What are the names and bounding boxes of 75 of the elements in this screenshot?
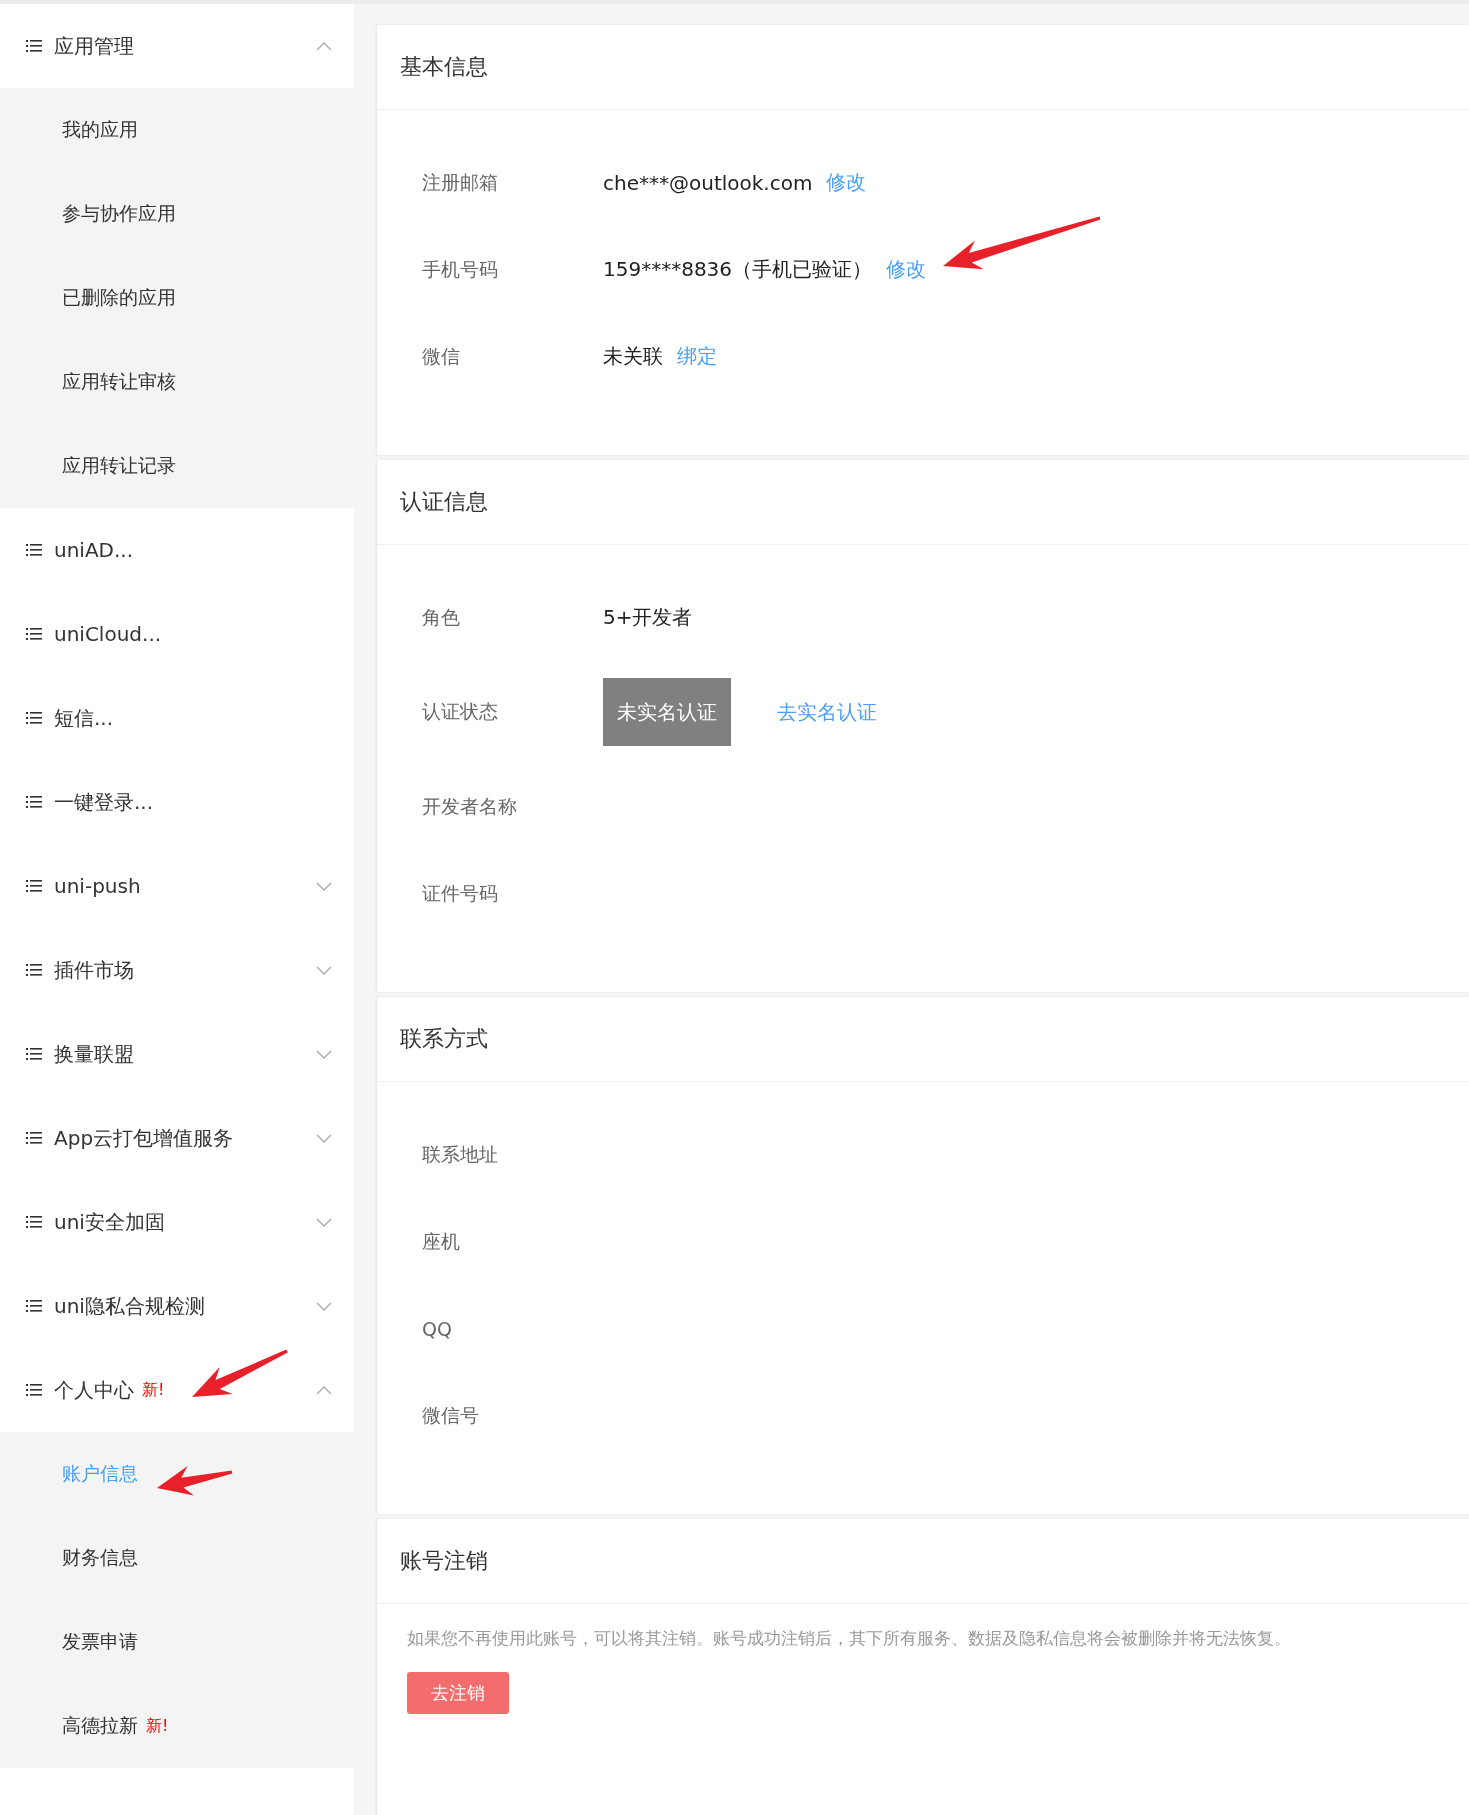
submenu-item[interactable]: 发票申请 <box>0 1600 354 1684</box>
list-icon <box>26 1383 42 1397</box>
field-value: 未关联 <box>603 343 663 370</box>
new-label: 新! <box>142 1379 165 1401</box>
field-label: 座机 <box>422 1228 461 1254</box>
menu-group[interactable]: uni-push <box>0 844 354 928</box>
status-badge: 未实名认证 <box>603 678 731 746</box>
chevron-down-icon <box>316 965 332 975</box>
field-value: 159****8836（手机已验证） <box>603 256 873 283</box>
menu-label: 一键登录... <box>54 788 154 816</box>
card-title: 认证信息 <box>400 488 488 516</box>
chevron-up-icon <box>316 41 332 51</box>
list-icon <box>26 39 42 53</box>
menu-group[interactable]: uniCloud... <box>0 592 354 676</box>
submenu-item[interactable]: 已删除的应用 <box>0 256 354 340</box>
menu-label: uni-push <box>54 874 141 898</box>
menu-label: uni安全加固 <box>54 1208 165 1236</box>
chevron-up-icon <box>316 1385 332 1395</box>
chevron-down-icon <box>316 1133 332 1143</box>
submenu-item[interactable]: 应用转让审核 <box>0 340 354 424</box>
menu-label: 换量联盟 <box>54 1040 134 1068</box>
menu-group[interactable]: 插件市场 <box>0 928 354 1012</box>
field-label: 联系地址 <box>422 1141 499 1167</box>
menu-label: 应用管理 <box>54 32 134 60</box>
field-value: che***@outlook.com <box>603 170 813 195</box>
menu-group[interactable]: 个人中心 新! <box>0 1348 354 1432</box>
menu-group[interactable]: 换量联盟 <box>0 1012 354 1096</box>
notice-text: 如果您不再使用此账号，可以将其注销。账号成功注销后，其下所有服务、数据及隐私信息将会被删除并将无法恢复。 <box>407 1628 1292 1650</box>
submenu-item[interactable]: 高德拉新 新! <box>0 1684 354 1768</box>
field-label: 注册邮箱 <box>422 169 499 195</box>
list-icon <box>26 711 42 725</box>
card-title: 联系方式 <box>400 1025 488 1053</box>
menu-group[interactable]: 应用管理 <box>0 4 354 88</box>
menu-group[interactable]: uni隐私合规检测 <box>0 1264 354 1348</box>
list-icon <box>26 543 42 557</box>
list-icon <box>26 1299 42 1313</box>
menu-group[interactable]: 短信... <box>0 676 354 760</box>
menu-group[interactable]: uni安全加固 <box>0 1180 354 1264</box>
chevron-down-icon <box>316 1049 332 1059</box>
card-title: 基本信息 <box>400 53 488 81</box>
field-label: 微信 <box>422 343 461 369</box>
menu-group[interactable]: App云打包增值服务 <box>0 1096 354 1180</box>
menu-group[interactable]: uniAD... <box>0 508 354 592</box>
field-label: 角色 <box>422 604 461 630</box>
menu-group[interactable]: 一键登录... <box>0 760 354 844</box>
submenu-item[interactable]: 财务信息 <box>0 1516 354 1600</box>
card-title: 账号注销 <box>400 1547 488 1575</box>
submenu-item[interactable]: 参与协作应用 <box>0 172 354 256</box>
field-value: 5+开发者 <box>603 604 693 631</box>
menu-label: uniCloud... <box>54 622 162 646</box>
menu-label: uni隐私合规检测 <box>54 1292 205 1320</box>
submenu-item[interactable]: 应用转让记录 <box>0 424 354 508</box>
field-label: 证件号码 <box>422 880 499 906</box>
list-icon <box>26 1131 42 1145</box>
list-icon <box>26 1215 42 1229</box>
field-label: QQ <box>422 1317 453 1340</box>
submenu-item[interactable]: 我的应用 <box>0 88 354 172</box>
list-icon <box>26 963 42 977</box>
menu-label: 插件市场 <box>54 956 134 984</box>
list-icon <box>26 795 42 809</box>
field-label: 手机号码 <box>422 256 499 282</box>
menu-label: App云打包增值服务 <box>54 1124 234 1152</box>
list-icon <box>26 879 42 893</box>
menu-label: 个人中心 <box>54 1376 134 1404</box>
menu-label: 短信... <box>54 704 114 732</box>
new-label: 新! <box>146 1715 169 1737</box>
chevron-down-icon <box>316 881 332 891</box>
list-icon <box>26 1047 42 1061</box>
field-label: 认证状态 <box>422 699 499 724</box>
field-label: 微信号 <box>422 1402 480 1428</box>
menu-label: uniAD... <box>54 538 134 562</box>
chevron-down-icon <box>316 1217 332 1227</box>
list-icon <box>26 627 42 641</box>
chevron-down-icon <box>316 1301 332 1311</box>
field-label: 开发者名称 <box>422 793 518 819</box>
